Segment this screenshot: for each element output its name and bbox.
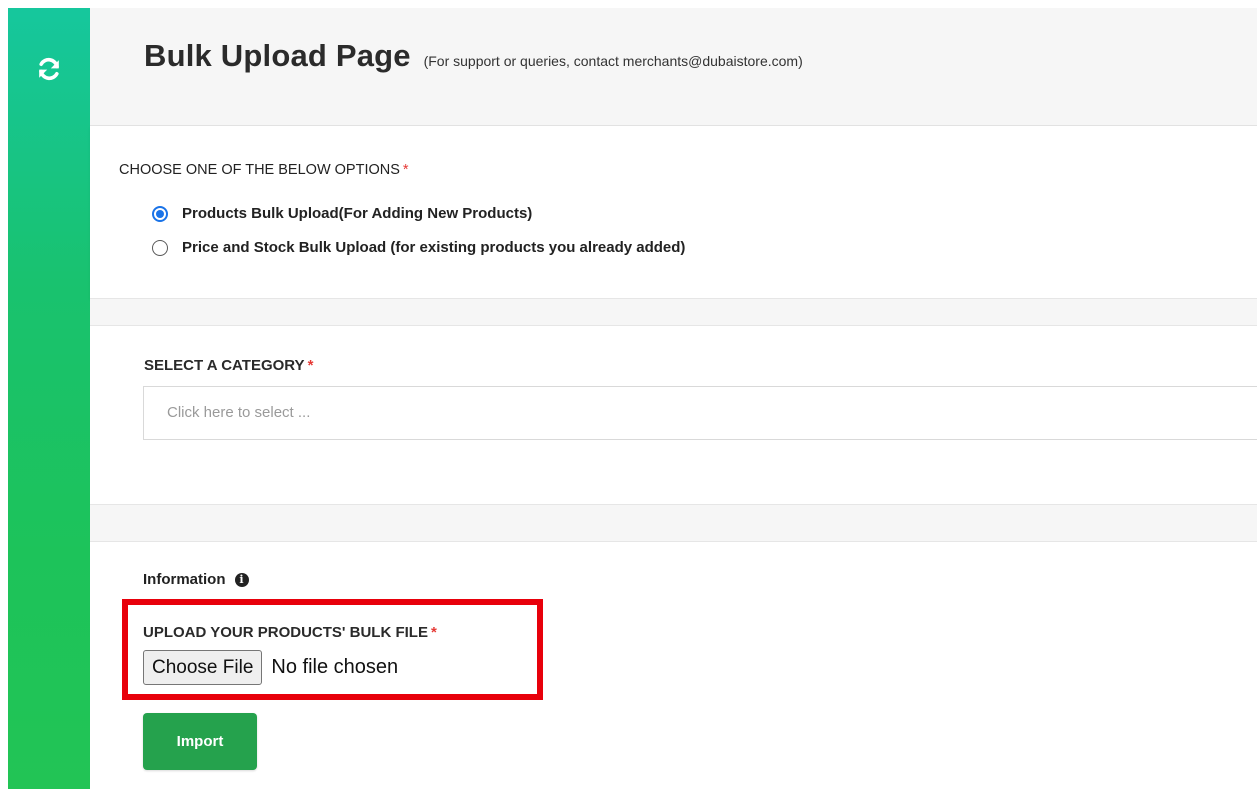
options-heading-text: CHOOSE ONE OF THE BELOW OPTIONS	[119, 162, 400, 178]
option-products-bulk-upload[interactable]: Products Bulk Upload(For Adding New Prod…	[152, 205, 532, 222]
radio-products-bulk-upload[interactable]	[152, 205, 168, 222]
required-mark: *	[430, 624, 437, 641]
option-price-stock-bulk-upload[interactable]: Price and Stock Bulk Upload (for existin…	[152, 239, 685, 256]
sidebar	[8, 8, 90, 789]
section-divider	[90, 298, 1257, 326]
required-mark: *	[402, 162, 409, 178]
radio-price-stock-bulk-upload[interactable]	[152, 239, 168, 256]
file-status-text: No file chosen	[271, 656, 399, 678]
info-icon[interactable]: i	[234, 572, 249, 587]
upload-options-section: CHOOSE ONE OF THE BELOW OPTIONS * Product…	[90, 126, 1257, 298]
required-mark: *	[307, 357, 314, 374]
option-products-bulk-upload-label[interactable]: Products Bulk Upload(For Adding New Prod…	[182, 205, 532, 222]
page-subtitle: (For support or queries, contact merchan…	[423, 53, 803, 69]
information-label: Information i	[143, 571, 249, 588]
information-label-text: Information	[143, 571, 226, 588]
page-header: Bulk Upload Page (For support or queries…	[90, 8, 1257, 126]
category-select[interactable]: Click here to select ...	[143, 386, 1257, 440]
file-input[interactable]: Choose File No file chosen	[143, 650, 398, 685]
section-divider	[90, 504, 1257, 542]
top-strip	[0, 0, 1257, 8]
category-section: SELECT A CATEGORY * Click here to select …	[90, 326, 1257, 504]
category-heading-text: SELECT A CATEGORY	[144, 357, 305, 374]
refresh-icon[interactable]	[36, 56, 62, 82]
upload-heading-text: UPLOAD YOUR PRODUCTS' BULK FILE	[143, 624, 428, 641]
file-upload-section: Information i UPLOAD YOUR PRODUCTS' BULK…	[90, 542, 1257, 789]
page-title-text: Bulk Upload Page	[144, 38, 411, 73]
choose-file-button[interactable]: Choose File	[143, 650, 263, 685]
page-title: Bulk Upload Page (For support or queries…	[144, 38, 803, 74]
options-heading: CHOOSE ONE OF THE BELOW OPTIONS *	[119, 162, 409, 178]
import-button[interactable]: Import	[143, 713, 257, 770]
upload-heading: UPLOAD YOUR PRODUCTS' BULK FILE *	[143, 624, 437, 641]
option-price-stock-bulk-upload-label[interactable]: Price and Stock Bulk Upload (for existin…	[182, 239, 685, 256]
category-heading: SELECT A CATEGORY *	[144, 357, 313, 374]
